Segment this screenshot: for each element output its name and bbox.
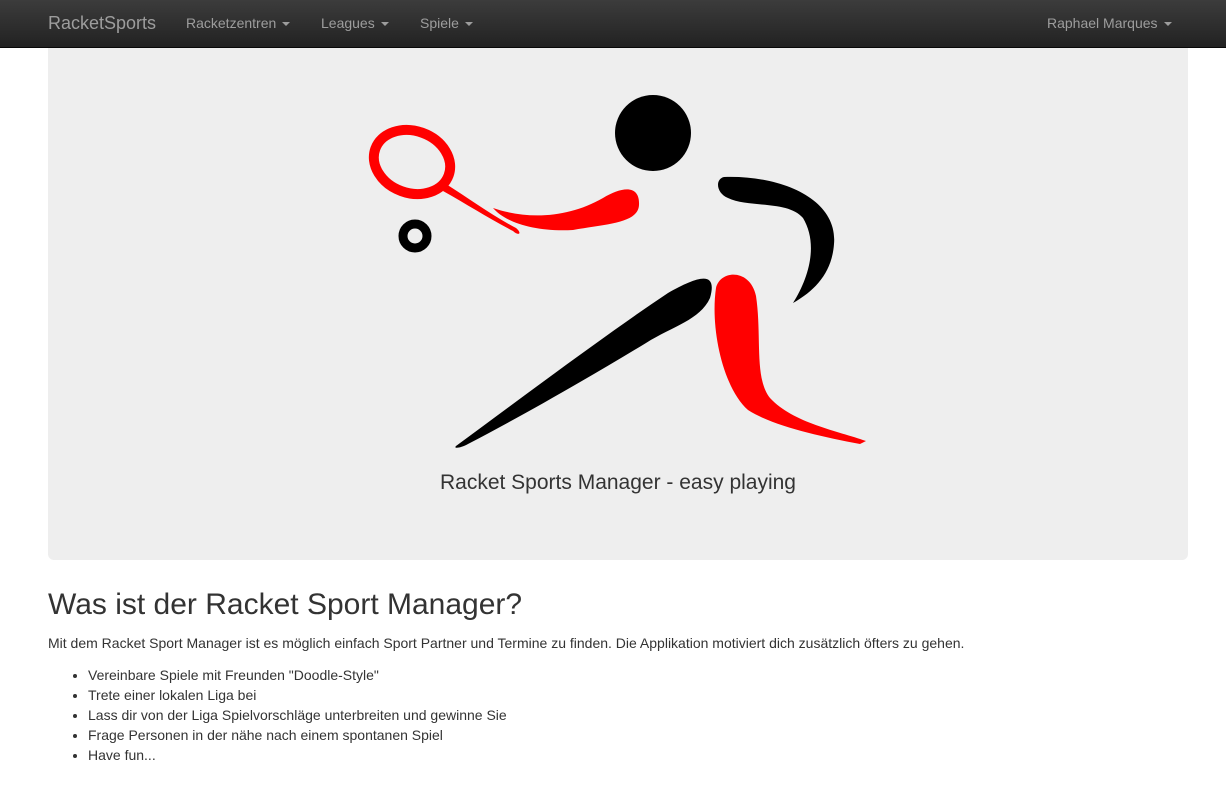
list-item: Frage Personen in der nähe nach einem sp… [88, 725, 507, 745]
player-head [615, 95, 691, 171]
brand-link[interactable]: RacketSports [48, 13, 156, 34]
list-item: Lass dir von der Liga Spielvorschläge un… [88, 705, 507, 725]
caret-down-icon [464, 22, 473, 27]
menu-leagues[interactable]: Leagues [321, 15, 389, 31]
feature-list: Vereinbare Spiele mit Freunden "Doodle-S… [88, 665, 507, 765]
list-item: Have fun... [88, 745, 507, 765]
player-arm [493, 189, 640, 231]
caret-down-icon [1163, 22, 1172, 27]
menu-spiele-label: Spiele [420, 15, 459, 31]
menu-spiele[interactable]: Spiele [420, 15, 473, 31]
player-leg-back [455, 278, 712, 448]
user-name: Raphael Marques [1047, 15, 1158, 31]
user-menu[interactable]: Raphael Marques [1047, 15, 1172, 31]
top-navbar: RacketSports Racketzentren Leagues Spiel… [0, 0, 1226, 48]
caret-down-icon [380, 22, 389, 27]
racket-handle [443, 184, 520, 234]
list-item: Vereinbare Spiele mit Freunden "Doodle-S… [88, 665, 507, 685]
list-item: Trete einer lokalen Liga bei [88, 685, 507, 705]
hero-jumbotron: Racket Sports Manager - easy playing [48, 48, 1188, 560]
menu-racketzentren-label: Racketzentren [186, 15, 277, 31]
caret-down-icon [282, 22, 291, 27]
menu-leagues-label: Leagues [321, 15, 375, 31]
intro-text: Mit dem Racket Sport Manager ist es mögl… [48, 635, 965, 651]
menu-racketzentren[interactable]: Racketzentren [186, 15, 291, 31]
player-leg-front [714, 274, 866, 444]
hero-tagline: Racket Sports Manager - easy playing [439, 471, 796, 494]
section-title: Was ist der Racket Sport Manager? [48, 588, 523, 621]
ball [398, 219, 432, 253]
